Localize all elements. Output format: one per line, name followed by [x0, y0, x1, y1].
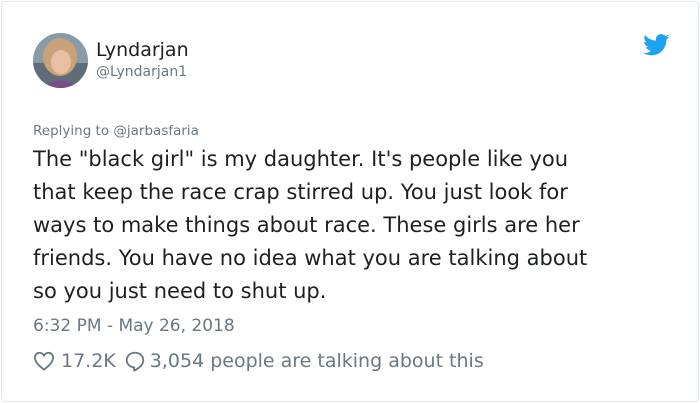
tweet-header: Lyndarjan @Lyndarjan1 [33, 33, 189, 88]
reply-context: Replying to @jarbasfaria [33, 122, 199, 140]
like-count: 17.2K [61, 350, 116, 372]
display-name[interactable]: Lyndarjan [96, 37, 189, 63]
avatar[interactable] [33, 33, 88, 88]
reply-to-handle[interactable]: @jarbasfaria [113, 123, 199, 139]
author-names: Lyndarjan @Lyndarjan1 [96, 37, 189, 81]
conversation-link[interactable]: 3,054 people are talking about this [116, 348, 484, 374]
like-button[interactable]: 17.2K [33, 348, 116, 374]
tweet-timestamp[interactable]: 6:32 PM - May 26, 2018 [33, 314, 235, 338]
tweet-text: The "black girl" is my daughter. It's pe… [33, 147, 588, 303]
user-handle[interactable]: @Lyndarjan1 [96, 63, 189, 81]
talking-count: 3,054 people are talking about this [149, 350, 484, 372]
tweet-card: Lyndarjan @Lyndarjan1 Replying to @jarba… [1, 1, 699, 402]
speech-bubble-icon [125, 351, 144, 372]
reply-prefix: Replying to [33, 123, 114, 139]
tweet-actions: 17.2K 3,054 people are talking about thi… [33, 348, 484, 374]
heart-icon [33, 351, 55, 371]
twitter-bird-icon[interactable] [643, 34, 670, 56]
